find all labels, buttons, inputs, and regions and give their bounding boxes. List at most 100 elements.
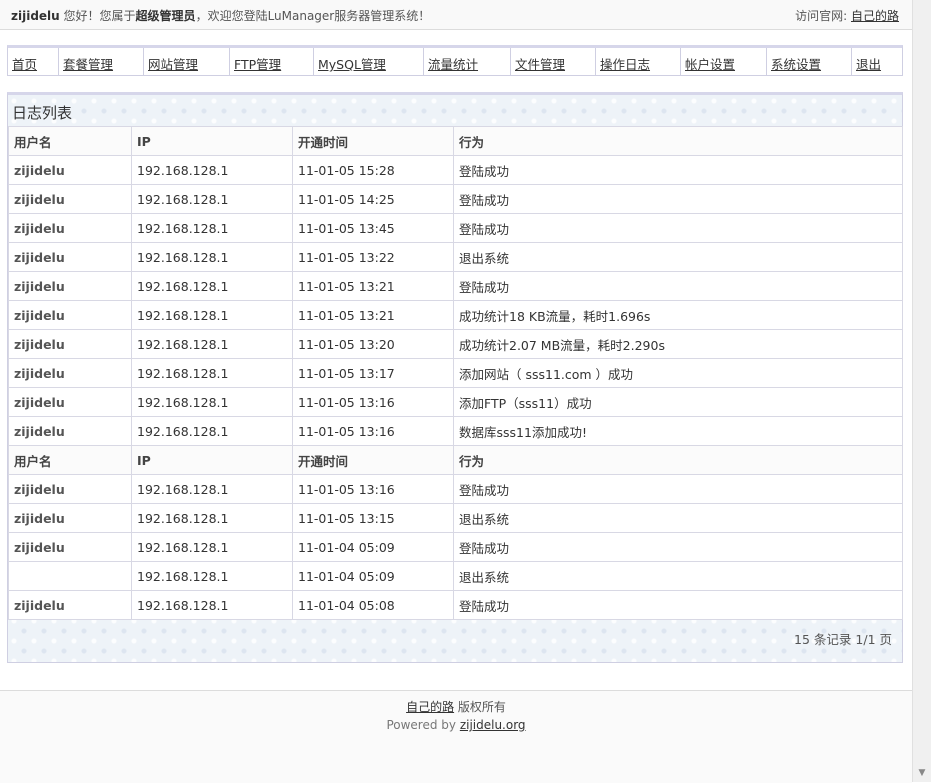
cell-action: 退出系统 <box>453 503 903 533</box>
cell-action: 添加FTP（sss11）成功 <box>453 387 903 417</box>
official-site-link[interactable]: 自己的路 <box>851 9 899 23</box>
cell-ip: 192.168.128.1 <box>131 416 293 446</box>
cell-action: 数据库sss11添加成功! <box>453 416 903 446</box>
cell-ip: 192.168.128.1 <box>131 387 293 417</box>
cell-ip: 192.168.128.1 <box>131 329 293 359</box>
cell-action: 退出系统 <box>453 561 903 591</box>
table-row: zijidelu 192.168.128.1 11-01-05 13:17 添加网站（… <box>8 358 903 388</box>
powered-link[interactable]: zijidelu.org <box>460 718 526 732</box>
log-title: 日志列表 <box>12 104 73 122</box>
nav-system[interactable]: 系统设置 <box>767 48 852 75</box>
table-header-row: 用户名 IP 开通时间 行为 <box>8 126 903 156</box>
cell-time: 11-01-05 13:16 <box>292 416 454 446</box>
table-row: zijidelu 192.168.128.1 11-01-05 13:16 登陆成功 <box>8 474 903 504</box>
table-row: zijidelu 192.168.128.1 11-01-05 13:21 成功统计1… <box>8 300 903 330</box>
username: zijidelu <box>11 9 60 23</box>
column-header: 开通时间 <box>292 445 454 475</box>
vertical-scrollbar[interactable]: ▼ <box>912 0 931 782</box>
column-header: 用户名 <box>8 126 132 156</box>
cell-user: zijidelu <box>8 184 132 214</box>
cell-time: 11-01-05 13:21 <box>292 271 454 301</box>
nav-home[interactable]: 首页 <box>8 48 59 75</box>
cell-time: 11-01-05 15:28 <box>292 155 454 185</box>
nav-package[interactable]: 套餐管理 <box>59 48 144 75</box>
cell-ip: 192.168.128.1 <box>131 271 293 301</box>
cell-time: 11-01-04 05:08 <box>292 590 454 620</box>
cell-ip: 192.168.128.1 <box>131 474 293 504</box>
table-row: zijidelu 192.168.128.1 11-01-04 05:09 登陆成功 <box>8 532 903 562</box>
cell-time: 11-01-05 13:45 <box>292 213 454 243</box>
cell-ip: 192.168.128.1 <box>131 561 293 591</box>
cell-user: zijidelu <box>8 474 132 504</box>
log-panel: 日志列表 用户名 IP 开通时间 行为 zijidelu 192.168.128.1 11-… <box>7 92 903 663</box>
table-row: zijidelu 192.168.128.1 11-01-05 13:15 退出系统 <box>8 503 903 533</box>
cell-time: 11-01-05 14:25 <box>292 184 454 214</box>
cell-action: 登陆成功 <box>453 474 903 504</box>
cell-time: 11-01-05 13:21 <box>292 300 454 330</box>
column-header: 开通时间 <box>292 126 454 156</box>
copyright-line: 自己的路 版权所有 <box>0 698 912 715</box>
table-header-row: 用户名 IP 开通时间 行为 <box>8 445 903 475</box>
cell-action: 登陆成功 <box>453 590 903 620</box>
cell-action: 登陆成功 <box>453 213 903 243</box>
cell-user <box>8 561 132 591</box>
rights-text: 版权所有 <box>454 700 506 714</box>
cell-user: zijidelu <box>8 532 132 562</box>
top-bar: zijidelu 您好！您属于超级管理员，欢迎您登陆LuManager服务器管理… <box>0 0 912 30</box>
greeting: zijidelu 您好！您属于超级管理员，欢迎您登陆LuManager服务器管理… <box>11 7 430 24</box>
cell-user: zijidelu <box>8 590 132 620</box>
table-row: zijidelu 192.168.128.1 11-01-05 13:21 登陆成功 <box>8 271 903 301</box>
nav-ftp[interactable]: FTP管理 <box>230 48 314 75</box>
cell-user: zijidelu <box>8 503 132 533</box>
nav-files[interactable]: 文件管理 <box>511 48 596 75</box>
log-table: 用户名 IP 开通时间 行为 zijidelu 192.168.128.1 11-01-05… <box>8 126 903 620</box>
cell-action: 成功统计18 KB流量，耗时1.696s <box>453 300 903 330</box>
nav-oplog[interactable]: 操作日志 <box>596 48 681 75</box>
cell-ip: 192.168.128.1 <box>131 532 293 562</box>
column-header: 用户名 <box>8 445 132 475</box>
cell-action: 退出系统 <box>453 242 903 272</box>
cell-action: 登陆成功 <box>453 271 903 301</box>
cell-time: 11-01-05 13:22 <box>292 242 454 272</box>
cell-user: zijidelu <box>8 387 132 417</box>
cell-time: 11-01-05 13:16 <box>292 387 454 417</box>
cell-action: 登陆成功 <box>453 532 903 562</box>
nav-account[interactable]: 帐户设置 <box>681 48 767 75</box>
footer-site-link[interactable]: 自己的路 <box>406 700 454 714</box>
cell-user: zijidelu <box>8 416 132 446</box>
powered-label: Powered by <box>386 718 460 732</box>
table-row: zijidelu 192.168.128.1 11-01-05 14:25 登陆成功 <box>8 184 903 214</box>
cell-user: zijidelu <box>8 213 132 243</box>
column-header: 行为 <box>453 445 903 475</box>
table-row: 192.168.128.1 11-01-04 05:09 退出系统 <box>8 561 903 591</box>
scroll-down-arrow-icon[interactable]: ▼ <box>913 764 931 782</box>
cell-ip: 192.168.128.1 <box>131 213 293 243</box>
visit-label: 访问官网: <box>795 9 851 23</box>
page: zijidelu 您好！您属于超级管理员，欢迎您登陆LuManager服务器管理… <box>0 0 912 783</box>
cell-user: zijidelu <box>8 358 132 388</box>
cell-time: 11-01-04 05:09 <box>292 532 454 562</box>
greeting-pre: 您好！您属于 <box>59 9 136 23</box>
nav-traffic[interactable]: 流量统计 <box>424 48 511 75</box>
nav-mysql[interactable]: MySQL管理 <box>314 48 424 75</box>
footer: 自己的路 版权所有 Powered by zijidelu.org <box>0 690 912 783</box>
cell-user: zijidelu <box>8 329 132 359</box>
pager-info: 15 条记录 1/1 页 <box>794 632 892 647</box>
cell-action: 成功统计2.07 MB流量，耗时2.290s <box>453 329 903 359</box>
cell-time: 11-01-04 05:09 <box>292 561 454 591</box>
cell-ip: 192.168.128.1 <box>131 155 293 185</box>
cell-action: 添加网站（ sss11.com ）成功 <box>453 358 903 388</box>
cell-time: 11-01-05 13:17 <box>292 358 454 388</box>
cell-time: 11-01-05 13:15 <box>292 503 454 533</box>
table-row: zijidelu 192.168.128.1 11-01-04 05:08 登陆成功 <box>8 590 903 620</box>
column-header: IP <box>131 126 293 156</box>
main-nav: 首页 套餐管理 网站管理 FTP管理 MySQL管理 流量统计 文件管理 操作日… <box>7 45 903 76</box>
cell-user: zijidelu <box>8 155 132 185</box>
cell-user: zijidelu <box>8 242 132 272</box>
cell-ip: 192.168.128.1 <box>131 358 293 388</box>
nav-logout[interactable]: 退出 <box>852 48 902 75</box>
cell-time: 11-01-05 13:20 <box>292 329 454 359</box>
cell-action: 登陆成功 <box>453 184 903 214</box>
table-row: zijidelu 192.168.128.1 11-01-05 13:16 数据库ss… <box>8 416 903 446</box>
nav-website[interactable]: 网站管理 <box>144 48 230 75</box>
